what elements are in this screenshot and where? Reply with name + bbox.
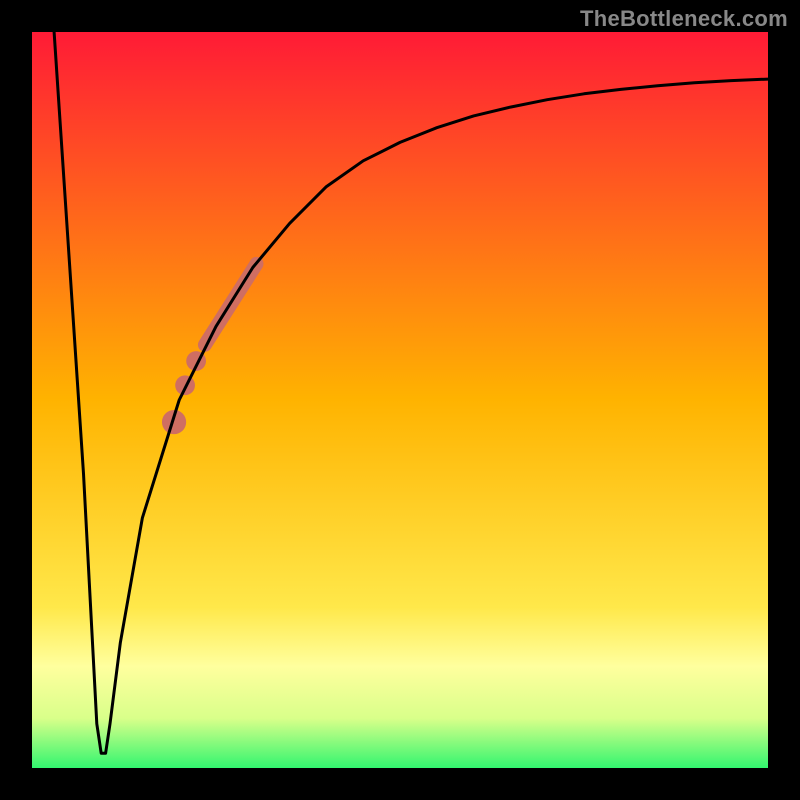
chart-svg [0,0,800,800]
chart-root: TheBottleneck.com [0,0,800,800]
watermark-text: TheBottleneck.com [580,6,788,32]
